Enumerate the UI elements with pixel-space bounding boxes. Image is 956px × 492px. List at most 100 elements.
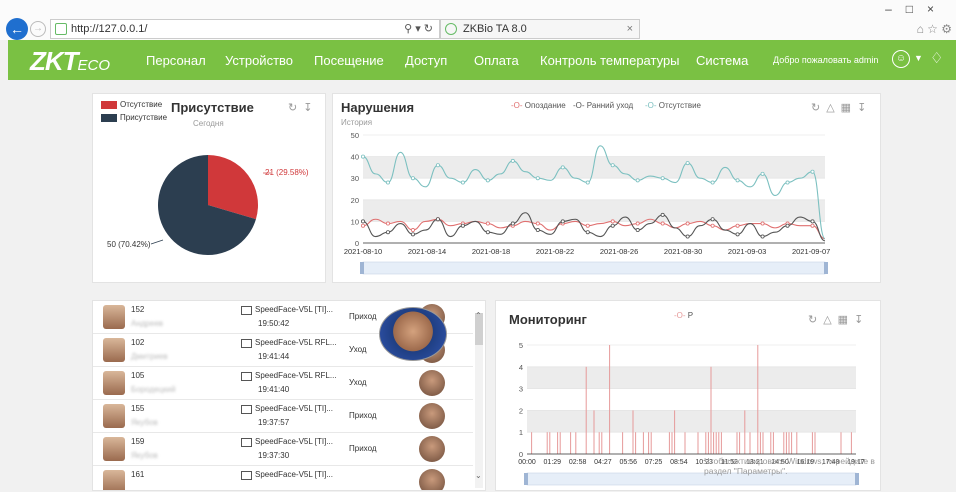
- attendance-pie-chart: [150, 155, 271, 255]
- series-point: [685, 221, 690, 226]
- browser-chrome: ← → http://127.0.0.1/ ⚲ ▾ ↻ ZKBio TA 8.0…: [0, 0, 956, 40]
- series-point: [535, 221, 540, 226]
- zoom-handle-left: [524, 473, 528, 485]
- nav-item-access[interactable]: Доступ: [405, 53, 447, 68]
- pie-label-present: 50 (70.42%): [107, 240, 151, 249]
- pie-label-absent: 21 (29.58%): [265, 168, 309, 177]
- series-point: [585, 230, 590, 235]
- tab-favicon-icon: [445, 23, 457, 35]
- scroll-down-icon[interactable]: ⌄: [475, 471, 482, 480]
- page-icon: [55, 23, 67, 35]
- search-reload-icons[interactable]: ⚲ ▾ ↻: [404, 20, 433, 38]
- table-row[interactable]: 159 Якубов SpeedFace-V5L [TI]... 19:37:30 Пр…: [93, 433, 473, 466]
- nav-item-personnel[interactable]: Персонал: [146, 53, 206, 68]
- employee-avatar: [103, 305, 125, 329]
- device-name: SpeedFace-V5L [TI]...: [255, 404, 333, 413]
- record-status: Приход: [349, 411, 377, 420]
- user-icon[interactable]: ☺: [892, 50, 910, 68]
- employee-avatar: [103, 470, 125, 490]
- record-status: Уход: [349, 345, 367, 354]
- employee-name: Андреев: [131, 319, 164, 328]
- zkteco-logo: ZKTECO: [30, 46, 111, 76]
- series-point: [385, 180, 390, 185]
- series-point: [535, 228, 540, 233]
- nav-item-temperature[interactable]: Контроль температуры: [540, 53, 680, 68]
- series-point: [660, 212, 665, 217]
- y-tick-label: 5: [519, 341, 523, 350]
- series-point: [535, 176, 540, 181]
- nav-item-device[interactable]: Устройство: [225, 53, 293, 68]
- grid-band: [527, 410, 856, 433]
- employee-pin: 152: [131, 305, 145, 314]
- series-point: [660, 221, 665, 226]
- series-point: [685, 234, 690, 239]
- employee-name: Дмитриев: [131, 352, 168, 361]
- series-point: [735, 232, 740, 237]
- address-bar[interactable]: http://127.0.0.1/ ⚲ ▾ ↻: [50, 19, 440, 39]
- x-tick-label: 2021-08-22: [536, 247, 574, 256]
- employee-pin: 155: [131, 404, 145, 413]
- x-tick-label: 2021-08-14: [408, 247, 446, 256]
- x-tick-label: 2021-08-30: [664, 247, 702, 256]
- top-navbar: ZKTECO Персонал Устройство Посещение Дос…: [8, 40, 956, 80]
- x-tick-label: 05:56: [619, 459, 637, 466]
- series-point: [360, 154, 365, 159]
- capture-photo[interactable]: [419, 469, 445, 490]
- record-time: 19:41:40: [258, 385, 290, 394]
- theme-icon[interactable]: ♢: [930, 49, 943, 67]
- windows-activation-watermark: Чтобы активировать Windows, перейдите в …: [704, 456, 875, 476]
- browser-tab[interactable]: ZKBio TA 8.0 ×: [440, 19, 640, 39]
- record-status: Приход: [349, 444, 377, 453]
- employee-pin: 102: [131, 338, 145, 347]
- employee-pin: 159: [131, 437, 145, 446]
- series-point: [485, 230, 490, 235]
- url-text: http://127.0.0.1/: [71, 23, 148, 35]
- nav-item-payment[interactable]: Оплата: [474, 53, 519, 68]
- capture-photo[interactable]: [419, 403, 445, 429]
- series-point: [435, 217, 440, 222]
- nav-item-system[interactable]: Система: [696, 53, 748, 68]
- series-point: [710, 180, 715, 185]
- record-time: 19:37:30: [258, 451, 290, 460]
- record-time: 19:50:42: [258, 319, 290, 328]
- violations-panel: Нарушения История -O- Опоздание -O- Ранн…: [332, 93, 881, 283]
- series-point: [435, 163, 440, 168]
- series-point: [560, 219, 565, 224]
- capture-photo[interactable]: [419, 370, 445, 396]
- series-point: [810, 169, 815, 174]
- series-point: [760, 234, 765, 239]
- record-status: Уход: [349, 378, 367, 387]
- tab-close-icon[interactable]: ×: [627, 20, 633, 38]
- capture-photo[interactable]: [419, 436, 445, 462]
- monitoring-panel: Мониторинг -O- P ↻△▦↧ 0 1 2 3 4 5 00:00 01:29 02…: [495, 300, 881, 491]
- employee-name: Бородецкий: [131, 385, 176, 394]
- series-point: [485, 178, 490, 183]
- x-tick-label: 2021-09-07: [792, 247, 830, 256]
- forward-arrow-icon[interactable]: →: [30, 21, 46, 37]
- y-tick-label: 4: [519, 363, 523, 372]
- series-point: [760, 171, 765, 176]
- browser-toolbar-icons[interactable]: ⌂ ☆ ⚙: [917, 22, 952, 36]
- present-label-leader: [150, 239, 164, 245]
- records-scrollbar[interactable]: [475, 313, 483, 488]
- series-point: [510, 221, 515, 226]
- chevron-down-icon[interactable]: ▼: [914, 53, 923, 63]
- table-row[interactable]: 161 SpeedFace-V5L [TI]...: [93, 466, 473, 490]
- x-tick-label: 07:25: [645, 459, 663, 466]
- table-row[interactable]: 155 Якубов SpeedFace-V5L [TI]... 19:37:57 Пр…: [93, 400, 473, 433]
- nav-item-attendance[interactable]: Посещение: [314, 53, 384, 68]
- series-point: [710, 223, 715, 228]
- window-controls[interactable]: –□×: [885, 2, 948, 16]
- table-row[interactable]: 105 Бородецкий SpeedFace-V5L RFL... 19:41:4…: [93, 367, 473, 400]
- y-tick-label: 20: [351, 196, 359, 205]
- series-point: [585, 180, 590, 185]
- grid-band: [527, 366, 856, 389]
- device-icon: [241, 339, 252, 348]
- attendance-panel: Отсутствие Присутствие Присутствие Сегод…: [92, 93, 326, 283]
- back-arrow-icon[interactable]: ←: [6, 18, 28, 40]
- series-point: [385, 230, 390, 235]
- device-name: SpeedFace-V5L [TI]...: [255, 305, 333, 314]
- series-point: [360, 223, 365, 228]
- scroll-up-icon[interactable]: ⌃: [475, 311, 482, 320]
- series-point: [735, 178, 740, 183]
